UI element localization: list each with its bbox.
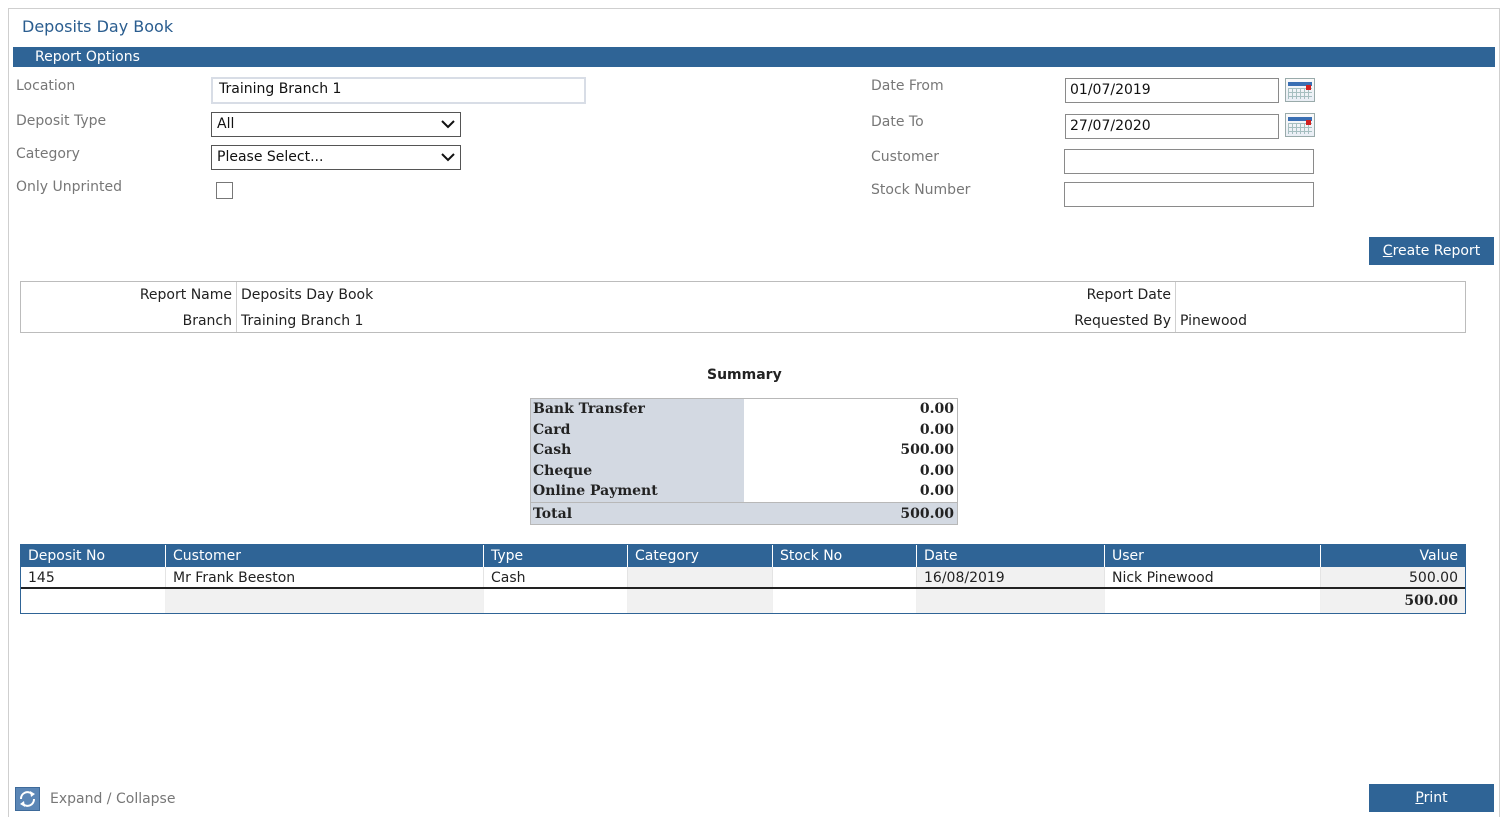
branch-label: Branch bbox=[182, 313, 232, 329]
report-info-panel: Report Name Deposits Day Book Branch Tra… bbox=[20, 281, 1466, 333]
summary-value: 0.00 bbox=[744, 481, 957, 502]
column-header-user[interactable]: User bbox=[1105, 545, 1321, 567]
create-report-label: reate Report bbox=[1392, 243, 1481, 259]
stock-number-label: Stock Number bbox=[871, 182, 971, 198]
cell-date: 16/08/2019 bbox=[917, 567, 1105, 587]
deposits-table: Deposit No Customer Type Category Stock … bbox=[20, 544, 1466, 614]
column-header-customer[interactable]: Customer bbox=[166, 545, 484, 567]
only-unprinted-checkbox[interactable] bbox=[216, 182, 233, 199]
date-from-input[interactable]: 01/07/2019 bbox=[1065, 78, 1279, 103]
summary-row: Card 0.00 bbox=[531, 419, 957, 441]
category-value: Please Select... bbox=[217, 149, 324, 165]
summary-row: Bank Transfer 0.00 bbox=[531, 399, 957, 420]
expand-collapse-label[interactable]: Expand / Collapse bbox=[50, 791, 175, 807]
summary-label: Online Payment bbox=[531, 481, 744, 502]
date-to-input[interactable]: 27/07/2020 bbox=[1065, 114, 1279, 139]
summary-total-value: 500.00 bbox=[744, 502, 957, 524]
print-button[interactable]: Print bbox=[1369, 784, 1494, 812]
cell-value: 500.00 bbox=[1321, 567, 1465, 587]
cell-type: Cash bbox=[484, 567, 628, 587]
summary-row: Cheque 0.00 bbox=[531, 460, 957, 482]
report-name-value: Deposits Day Book bbox=[241, 287, 374, 303]
summary-row: Online Payment 0.00 bbox=[531, 481, 957, 502]
column-header-category[interactable]: Category bbox=[628, 545, 773, 567]
summary-value: 0.00 bbox=[744, 460, 957, 482]
location-input[interactable]: Training Branch 1 bbox=[211, 77, 586, 104]
requested-by-label: Requested By bbox=[1074, 313, 1171, 329]
summary-total-label: Total bbox=[531, 502, 744, 524]
cell-deposit-no: 145 bbox=[21, 567, 166, 587]
only-unprinted-label: Only Unprinted bbox=[16, 179, 123, 195]
create-report-button[interactable]: Create Report bbox=[1369, 237, 1494, 265]
chevron-down-icon bbox=[441, 120, 455, 129]
report-name-label: Report Name bbox=[139, 287, 232, 303]
customer-input[interactable] bbox=[1064, 149, 1314, 174]
cell-user: Nick Pinewood bbox=[1105, 567, 1321, 587]
refresh-icon bbox=[20, 791, 35, 807]
cell-stock-no bbox=[773, 567, 917, 587]
column-header-stock-no[interactable]: Stock No bbox=[773, 545, 917, 567]
column-header-value[interactable]: Value bbox=[1321, 545, 1465, 567]
summary-value: 500.00 bbox=[744, 440, 957, 461]
category-label: Category bbox=[16, 146, 80, 162]
table-total-row: 500.00 bbox=[21, 589, 1465, 613]
date-from-label: Date From bbox=[871, 78, 944, 94]
location-label: Location bbox=[16, 78, 76, 94]
summary-label: Cheque bbox=[531, 460, 744, 482]
summary-table: Bank Transfer 0.00 Card 0.00 Cash 500.00 Ch… bbox=[530, 398, 958, 525]
deposit-type-select[interactable]: All bbox=[211, 112, 461, 137]
calendar-icon[interactable] bbox=[1285, 78, 1315, 102]
column-header-type[interactable]: Type bbox=[484, 545, 628, 567]
create-report-accesskey: C bbox=[1382, 243, 1393, 259]
print-accesskey: P bbox=[1415, 790, 1424, 806]
cell-customer: Mr Frank Beeston bbox=[166, 567, 484, 587]
table-row[interactable]: 145 Mr Frank Beeston Cash 16/08/2019 Nic… bbox=[21, 567, 1465, 589]
column-header-deposit-no[interactable]: Deposit No bbox=[21, 545, 166, 567]
requested-by-value: Pinewood bbox=[1180, 313, 1247, 329]
deposit-type-value: All bbox=[217, 116, 235, 132]
customer-label: Customer bbox=[871, 149, 940, 165]
column-header-date[interactable]: Date bbox=[917, 545, 1105, 567]
summary-label: Bank Transfer bbox=[531, 399, 744, 420]
chevron-down-icon bbox=[441, 153, 455, 162]
summary-value: 0.00 bbox=[744, 419, 957, 441]
summary-row: Cash 500.00 bbox=[531, 440, 957, 461]
summary-label: Card bbox=[531, 419, 744, 441]
cell-category bbox=[628, 567, 773, 587]
summary-label: Cash bbox=[531, 440, 744, 461]
page-title: Deposits Day Book bbox=[22, 17, 174, 36]
summary-value: 0.00 bbox=[744, 399, 957, 420]
summary-total-row: Total 500.00 bbox=[531, 501, 957, 524]
calendar-icon[interactable] bbox=[1285, 113, 1315, 137]
summary-title: Summary bbox=[707, 367, 782, 383]
date-to-label: Date To bbox=[871, 114, 924, 130]
stock-number-input[interactable] bbox=[1064, 182, 1314, 207]
table-total-value: 500.00 bbox=[1321, 589, 1465, 613]
deposit-type-label: Deposit Type bbox=[16, 113, 107, 129]
report-date-label: Report Date bbox=[1086, 287, 1171, 303]
report-options-header[interactable]: Report Options bbox=[13, 47, 1495, 67]
expand-collapse-button[interactable] bbox=[15, 787, 40, 811]
table-header: Deposit No Customer Type Category Stock … bbox=[21, 545, 1465, 567]
print-label: rint bbox=[1423, 790, 1448, 806]
category-select[interactable]: Please Select... bbox=[211, 145, 461, 170]
branch-value: Training Branch 1 bbox=[241, 313, 364, 329]
